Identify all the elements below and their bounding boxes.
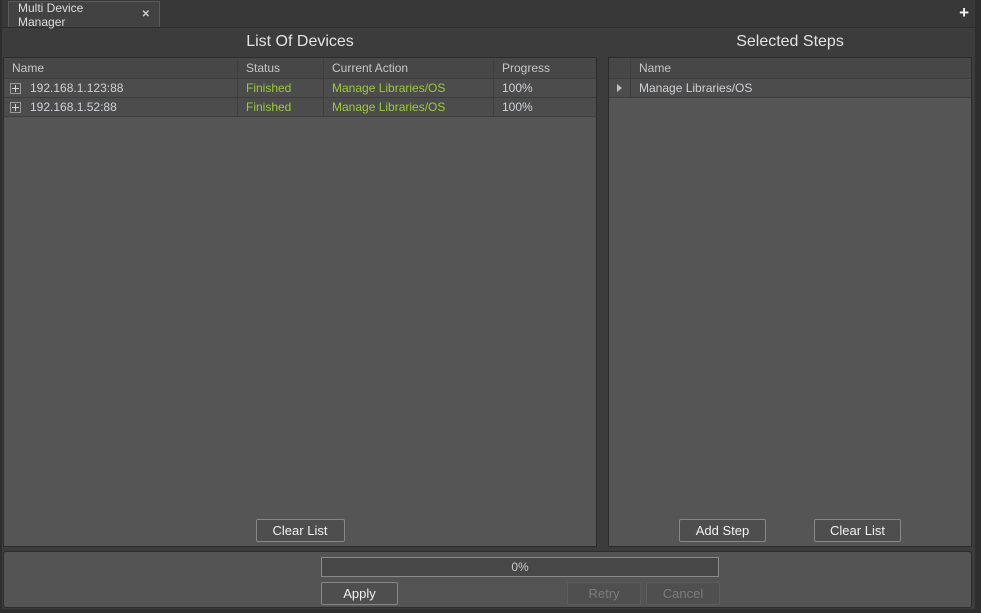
devices-table-header: Name Status Current Action Progress (4, 58, 596, 79)
device-name-cell: 192.168.1.123:88 (4, 79, 238, 98)
step-expander-cell[interactable] (609, 79, 631, 98)
expand-arrow-icon (617, 84, 622, 92)
bottom-action-bar: 0% Apply Retry Cancel (3, 551, 972, 608)
steps-expander-header-cell (609, 58, 631, 79)
devices-panel-buttons: Clear List (4, 519, 596, 542)
expand-plus-icon[interactable] (10, 83, 21, 94)
overall-progress-bar: 0% (321, 557, 719, 577)
device-row[interactable]: 192.168.1.52:88 Finished Manage Librarie… (4, 98, 596, 117)
devices-panel-title: List Of Devices (3, 31, 597, 53)
tab-multi-device-manager[interactable]: Multi Device Manager ✕ (8, 1, 160, 27)
expand-plus-icon[interactable] (10, 102, 21, 113)
device-row[interactable]: 192.168.1.123:88 Finished Manage Librari… (4, 79, 596, 98)
devices-clear-list-button[interactable]: Clear List (256, 519, 345, 542)
apply-button[interactable]: Apply (321, 582, 398, 605)
add-tab-icon[interactable]: + (959, 3, 969, 23)
steps-panel-buttons: Add Step Clear List (609, 519, 971, 542)
device-action-cell: Manage Libraries/OS (324, 79, 494, 98)
device-status-cell: Finished (238, 98, 324, 117)
close-tab-icon[interactable]: ✕ (142, 9, 150, 20)
retry-button: Retry (567, 582, 641, 605)
steps-panel-title: Selected Steps (608, 31, 972, 53)
add-step-button[interactable]: Add Step (679, 519, 766, 542)
tab-strip: Multi Device Manager ✕ + (0, 0, 981, 28)
column-header-progress[interactable]: Progress (494, 58, 596, 79)
tab-label: Multi Device Manager (18, 1, 134, 29)
device-progress-cell: 100% (494, 98, 596, 117)
column-header-current-action[interactable]: Current Action (324, 58, 494, 79)
column-header-name[interactable]: Name (4, 58, 238, 79)
devices-panel: Name Status Current Action Progress 192.… (3, 57, 597, 547)
multi-device-manager-window: Multi Device Manager ✕ + List Of Devices… (0, 0, 981, 613)
step-name-cell: Manage Libraries/OS (631, 79, 971, 98)
cancel-button: Cancel (646, 582, 720, 605)
window-edge-bottom (0, 609, 981, 613)
device-name: 192.168.1.123:88 (30, 81, 123, 95)
device-name: 192.168.1.52:88 (30, 100, 117, 114)
column-header-step-name[interactable]: Name (631, 58, 971, 79)
device-status-cell: Finished (238, 79, 324, 98)
device-action-cell: Manage Libraries/OS (324, 98, 494, 117)
steps-panel: Name Manage Libraries/OS Add Step Clear … (608, 57, 972, 547)
window-edge-right (975, 0, 981, 613)
column-header-status[interactable]: Status (238, 58, 324, 79)
device-progress-cell: 100% (494, 79, 596, 98)
steps-table-header: Name (609, 58, 971, 79)
device-name-cell: 192.168.1.52:88 (4, 98, 238, 117)
window-edge-left (0, 0, 2, 613)
steps-clear-list-button[interactable]: Clear List (814, 519, 901, 542)
step-row[interactable]: Manage Libraries/OS (609, 79, 971, 98)
